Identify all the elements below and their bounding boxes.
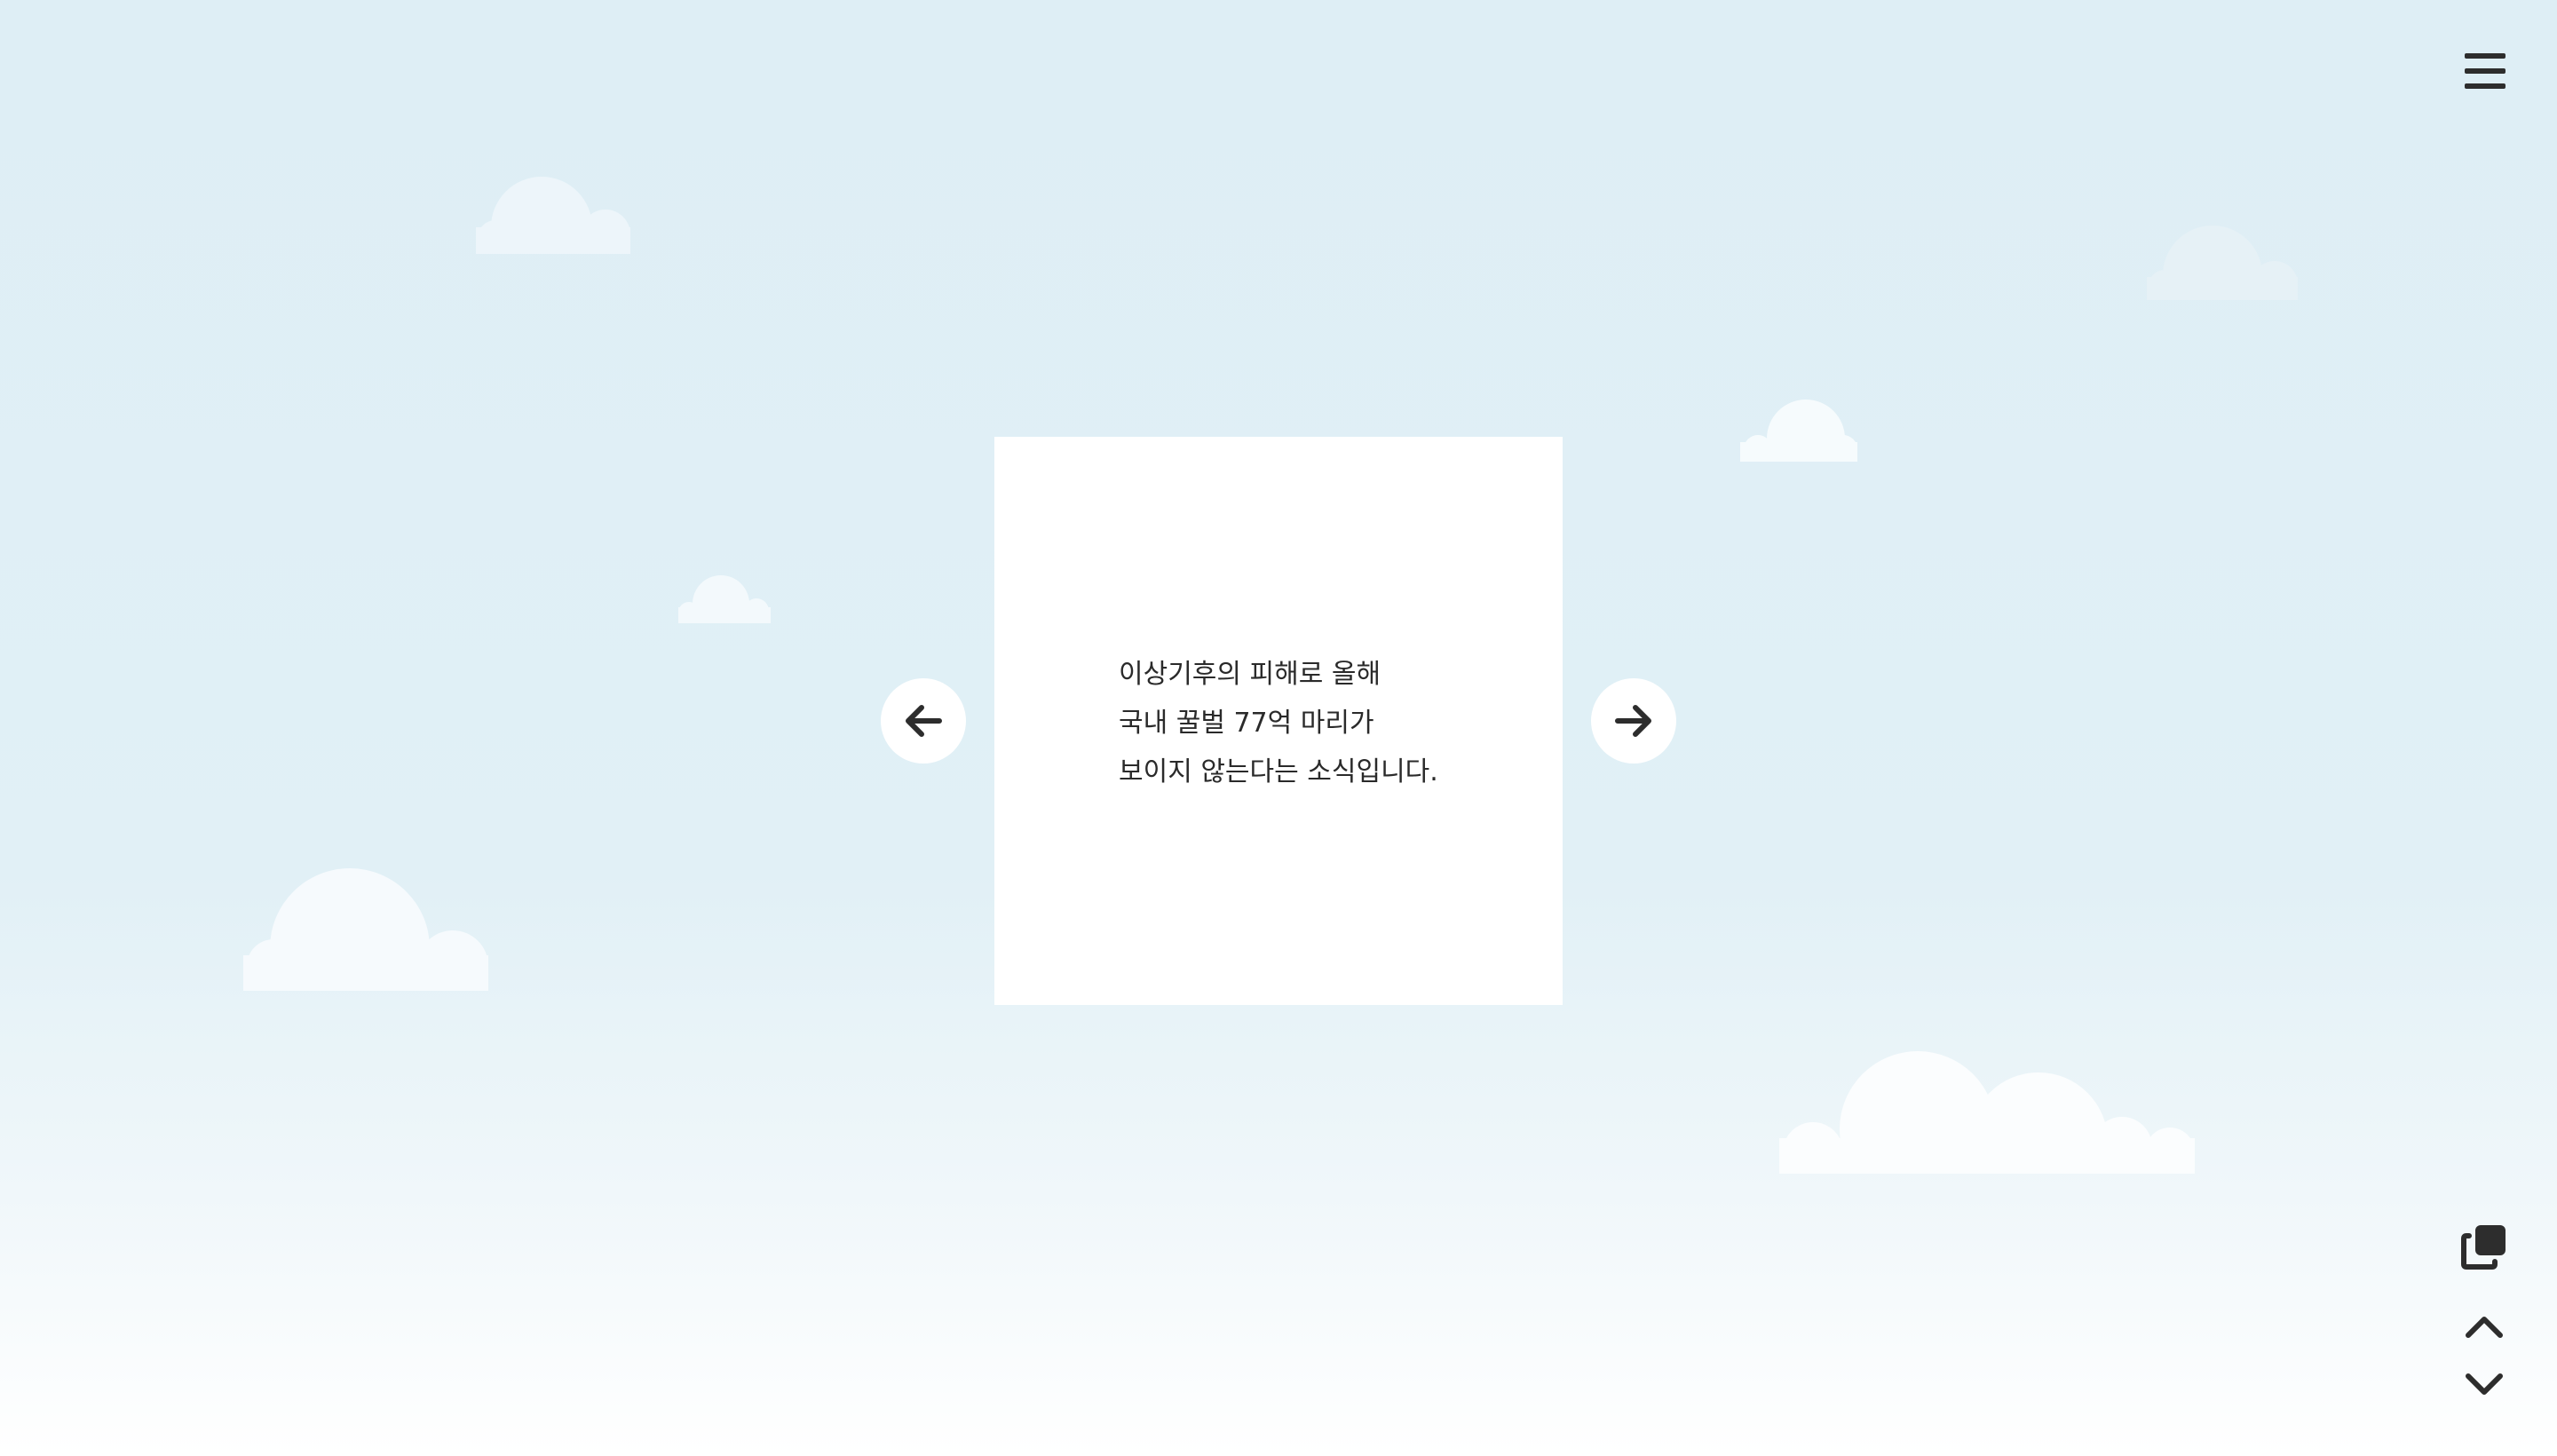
arrow-left-icon: [906, 705, 942, 737]
cloud-decoration: [1740, 398, 1857, 462]
chevron-down-icon: [2466, 1373, 2503, 1395]
copy-button[interactable]: [2461, 1223, 2507, 1270]
cloud-decoration: [2147, 222, 2298, 300]
card-text-line: 국내 꿀벌 77억 마리가: [1119, 708, 1374, 739]
card-text: 이상기후의 피해로 올해 국내 꿀벌 77억 마리가 보이지 않는다는 소식입니…: [1119, 650, 1438, 796]
card-text-line: 이상기후의 피해로 올해: [1119, 659, 1381, 690]
story-card: 이상기후의 피해로 올해 국내 꿀벌 77억 마리가 보이지 않는다는 소식입니…: [994, 437, 1563, 1005]
next-button[interactable]: [1591, 678, 1676, 764]
card-text-line: 보이지 않는다는 소식입니다.: [1119, 756, 1438, 787]
hamburger-menu-icon: [2465, 53, 2506, 89]
cloud-decoration: [1779, 1049, 2195, 1174]
cloud-decoration: [476, 176, 630, 254]
menu-button[interactable]: [2465, 51, 2506, 91]
scroll-down-button[interactable]: [2465, 1371, 2504, 1399]
chevron-up-icon: [2466, 1317, 2503, 1338]
cloud-decoration: [243, 866, 488, 991]
copy-icon: [2461, 1225, 2506, 1270]
scroll-up-button[interactable]: [2465, 1312, 2504, 1341]
cloud-decoration: [678, 574, 771, 623]
arrow-right-icon: [1615, 705, 1651, 737]
previous-button[interactable]: [881, 678, 966, 764]
